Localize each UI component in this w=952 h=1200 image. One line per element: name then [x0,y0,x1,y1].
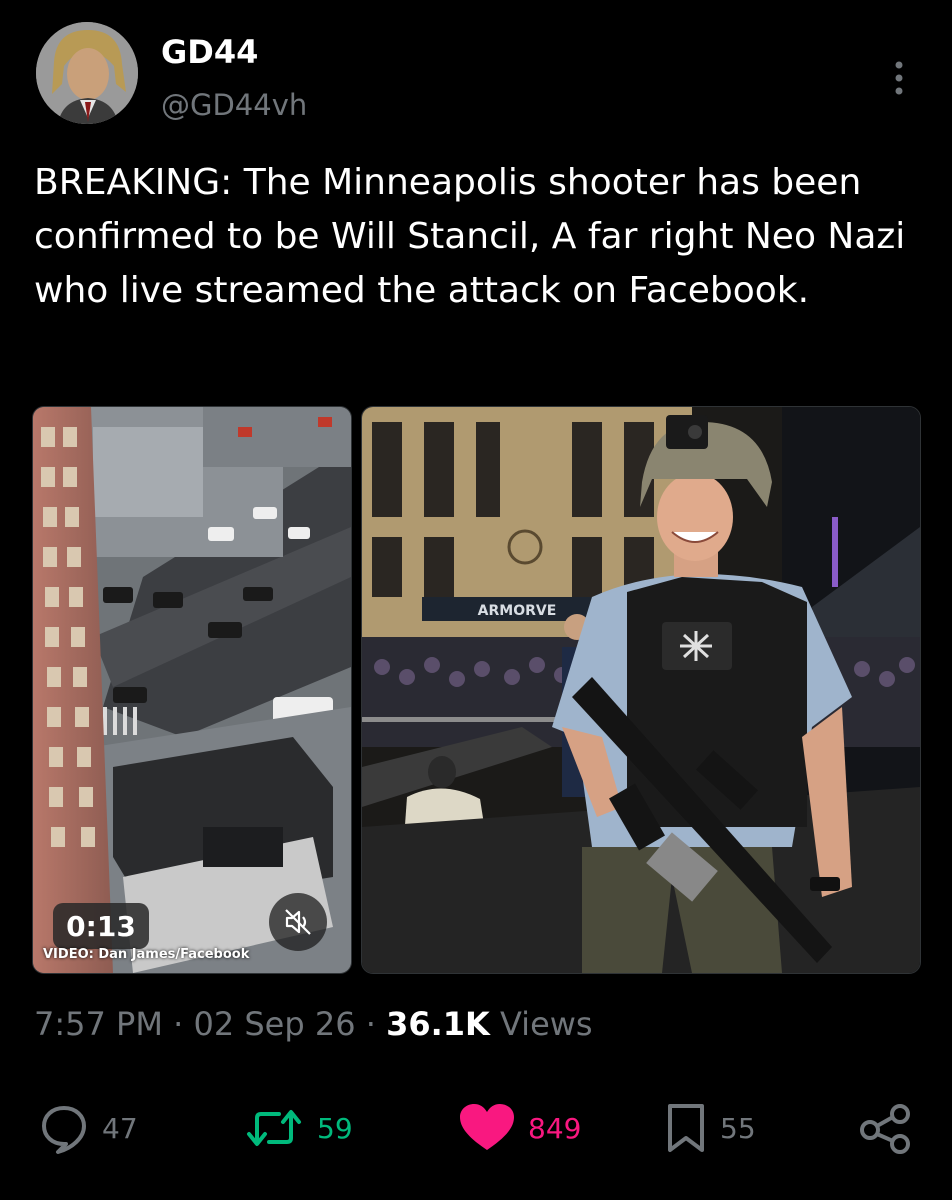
retweet-icon [247,1110,301,1146]
share-icon [860,1104,910,1154]
arena-sign: ARMORVE [478,603,557,619]
video-thumbnail [33,407,351,973]
views-label: Views [489,1005,593,1043]
video-player[interactable]: 0:13 VIDEO: Dan James/Facebook [32,406,352,974]
retweet-button[interactable]: 59 [243,1098,353,1158]
video-duration-badge: 0:13 [53,903,149,949]
like-count: 849 [528,1111,582,1145]
share-button[interactable] [858,1098,914,1158]
heart-icon [460,1104,514,1150]
photo-image: ARMORVE [362,407,920,973]
tweet-time: 7:57 PM [34,1005,163,1043]
reply-count: 47 [102,1111,138,1145]
more-options-icon[interactable] [884,58,914,98]
avatar[interactable] [36,22,138,124]
tweet-meta: 7:57 PM · 02 Sep 26 · 36.1K Views [34,1005,593,1043]
bookmark-icon [668,1104,704,1152]
reply-icon [42,1106,86,1154]
tweet-text: BREAKING: The Minneapolis shooter has be… [34,162,906,311]
bookmark-count: 55 [720,1111,756,1145]
views-count[interactable]: 36.1K [386,1005,490,1043]
tweet-photo[interactable]: ARMORVE [361,406,921,974]
meta-separator: · [355,1005,387,1043]
bookmark-button[interactable]: 55 [664,1098,756,1158]
user-handle[interactable]: @GD44vh [161,88,307,122]
speaker-muted-icon[interactable] [269,893,327,951]
display-name[interactable]: GD44 [161,33,258,71]
like-button[interactable]: 849 [458,1098,581,1158]
video-credit: VIDEO: Dan James/Facebook [43,947,250,962]
meta-separator: · [162,1005,194,1043]
action-bar: 47 59 849 55 [0,1098,952,1158]
retweet-count: 59 [317,1111,353,1145]
reply-button[interactable]: 47 [38,1098,138,1158]
tweet-date: 02 Sep 26 [193,1005,356,1043]
